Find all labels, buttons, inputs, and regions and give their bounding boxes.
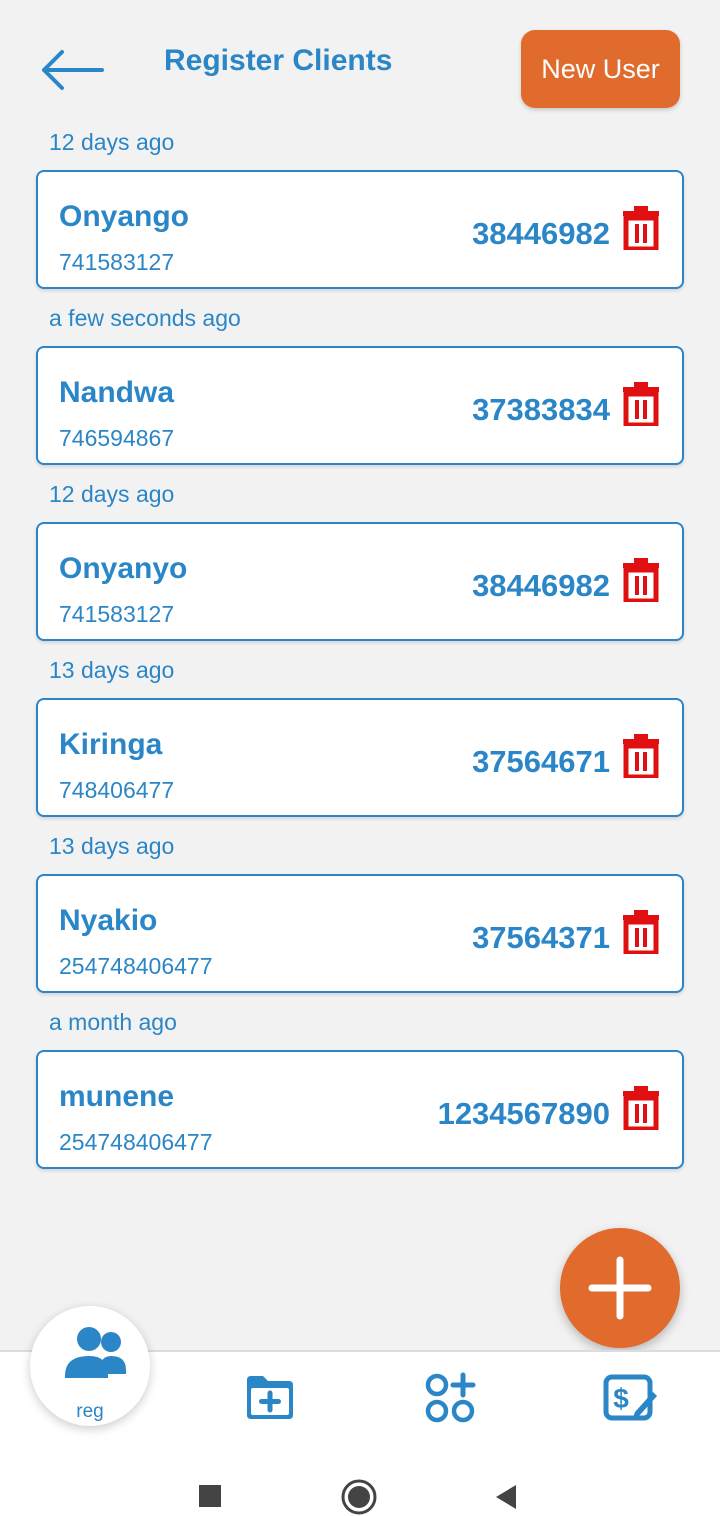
- trash-icon[interactable]: [622, 206, 660, 252]
- add-fab-button[interactable]: [560, 1228, 680, 1348]
- nav-register-clients[interactable]: reg: [30, 1306, 150, 1426]
- client-list: 12 days ago Onyango 741583127 38446982 a…: [0, 125, 720, 1181]
- time-label: 13 days ago: [49, 657, 175, 683]
- back-arrow-icon[interactable]: [38, 48, 106, 92]
- client-id-number: 1234567890: [437, 1096, 610, 1131]
- page-title: Register Clients: [164, 44, 393, 77]
- client-id-number: 37383834: [472, 392, 610, 427]
- client-phone: 741583127: [59, 601, 175, 627]
- client-card[interactable]: Onyanyo 741583127 38446982: [36, 522, 684, 641]
- client-group: 12 days ago Onyango 741583127 38446982: [0, 125, 720, 301]
- client-card[interactable]: Nyakio 254748406477 37564371: [36, 874, 684, 993]
- client-card[interactable]: Kiringa 748406477 37564671: [36, 698, 684, 817]
- folder-plus-icon: [247, 1376, 293, 1419]
- trash-icon[interactable]: [622, 734, 660, 780]
- nav-reg-label: reg: [76, 1401, 104, 1422]
- system-nav-bar: [0, 1447, 720, 1516]
- nav-apps-add[interactable]: [424, 1372, 476, 1429]
- client-id-number: 38446982: [472, 216, 610, 251]
- client-phone: 746594867: [59, 425, 175, 451]
- client-name: Onyango: [59, 200, 190, 233]
- plus-icon: [588, 1256, 652, 1320]
- time-label: a month ago: [49, 1009, 177, 1035]
- client-name: munene: [59, 1080, 175, 1113]
- client-phone: 741583127: [59, 249, 175, 275]
- trash-icon[interactable]: [622, 382, 660, 428]
- client-group: 12 days ago Onyanyo 741583127 38446982: [0, 477, 720, 653]
- client-phone: 254748406477: [59, 1129, 213, 1155]
- dollar-edit-icon: $: [603, 1374, 657, 1421]
- client-id-number: 38446982: [472, 568, 610, 603]
- time-label: 13 days ago: [49, 833, 175, 859]
- time-label: a few seconds ago: [49, 305, 241, 331]
- client-name: Kiringa: [59, 728, 163, 761]
- client-group: 13 days ago Nyakio 254748406477 37564371: [0, 829, 720, 1005]
- nav-billing[interactable]: $: [603, 1374, 657, 1427]
- trash-icon[interactable]: [622, 558, 660, 604]
- client-id-number: 37564371: [472, 920, 610, 955]
- client-card[interactable]: Nandwa 746594867 37383834: [36, 346, 684, 465]
- client-phone: 748406477: [59, 777, 175, 803]
- recents-square-icon[interactable]: [198, 1484, 222, 1508]
- client-name: Onyanyo: [59, 552, 188, 585]
- client-name: Nyakio: [59, 904, 158, 937]
- new-user-button[interactable]: New User: [521, 30, 680, 108]
- nav-add-folder[interactable]: [244, 1372, 296, 1427]
- apps-add-icon: [425, 1372, 476, 1423]
- client-card[interactable]: Onyango 741583127 38446982: [36, 170, 684, 289]
- back-triangle-icon[interactable]: [494, 1484, 518, 1510]
- trash-icon[interactable]: [622, 910, 660, 956]
- client-group: 13 days ago Kiringa 748406477 37564671: [0, 653, 720, 829]
- time-label: 12 days ago: [49, 129, 175, 155]
- time-label: 12 days ago: [49, 481, 175, 507]
- svg-text:$: $: [613, 1383, 629, 1414]
- client-name: Nandwa: [59, 376, 175, 409]
- client-phone: 254748406477: [59, 953, 213, 979]
- client-group: a month ago munene 254748406477 12345678…: [0, 1005, 720, 1181]
- trash-icon[interactable]: [622, 1086, 660, 1132]
- client-group: a few seconds ago Nandwa 746594867 37383…: [0, 301, 720, 477]
- users-icon: [65, 1327, 126, 1378]
- client-card[interactable]: munene 254748406477 1234567890: [36, 1050, 684, 1169]
- app-header: Register Clients New User: [0, 0, 720, 125]
- home-circle-icon[interactable]: [340, 1478, 378, 1516]
- client-id-number: 37564671: [472, 744, 610, 779]
